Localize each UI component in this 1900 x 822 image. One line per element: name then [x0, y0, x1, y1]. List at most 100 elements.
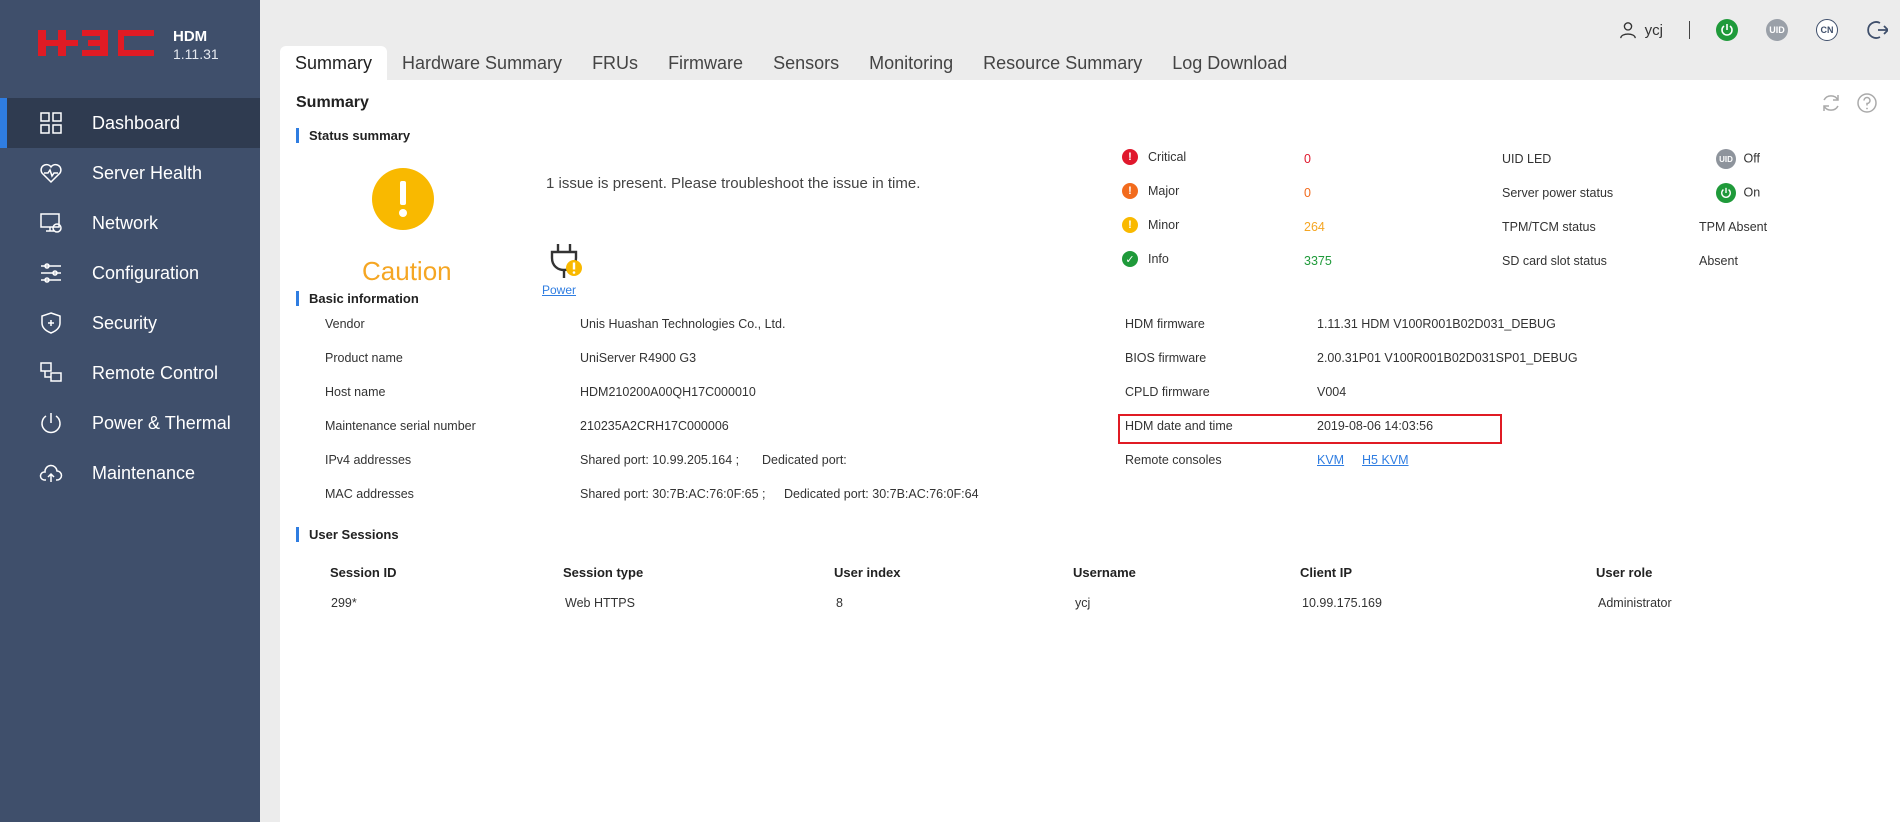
count-critical-value[interactable]: 0	[1304, 152, 1311, 166]
host-label: Host name	[325, 385, 386, 399]
user-name[interactable]: ycj	[1645, 22, 1663, 39]
count-label: Minor	[1148, 218, 1180, 232]
consoles-label: Remote consoles	[1125, 453, 1222, 467]
tab-summary[interactable]: Summary	[280, 46, 388, 80]
username-cell: ycj	[1075, 596, 1091, 610]
count-info-value[interactable]: 3375	[1304, 254, 1332, 268]
serial-value: 210235A2CRH17C000006	[580, 419, 729, 433]
dashboard-icon	[38, 110, 64, 136]
sidebar-item-label: Remote Control	[92, 362, 219, 383]
sidebar-item-label: Security	[92, 312, 158, 333]
app-version: 1.11.31	[173, 46, 219, 62]
mac-dedicated-value: Dedicated port: 30:7B:AC:76:0F:64	[784, 487, 979, 501]
vendor-value: Unis Huashan Technologies Co., Ltd.	[580, 317, 786, 331]
critical-icon: !	[1122, 149, 1138, 165]
tab-hardware-summary[interactable]: Hardware Summary	[387, 46, 577, 80]
cpld-fw-value: V004	[1317, 385, 1347, 399]
session-type-cell: Web HTTPS	[565, 596, 635, 610]
session-id-cell: 299*	[331, 596, 357, 610]
col-header-client-ip: Client IP	[1300, 565, 1353, 580]
tab-bar: Summary Hardware Summary FRUs Firmware S…	[280, 46, 1302, 80]
h3c-logo[interactable]	[38, 26, 154, 60]
ipv4-dedicated-value: Dedicated port:	[762, 453, 847, 467]
sidebar-item-remote-control[interactable]: Remote Control	[0, 348, 260, 398]
serial-label: Maintenance serial number	[325, 419, 476, 433]
count-label: Major	[1148, 184, 1180, 198]
hdm-fw-value: 1.11.31 HDM V100R001B02D031_DEBUG	[1317, 317, 1556, 331]
col-header-user-role: User role	[1596, 565, 1653, 580]
col-header-session-id: Session ID	[330, 565, 397, 580]
power-on-icon	[1716, 183, 1736, 203]
logo-area: HDM 1.11.31	[0, 0, 260, 98]
summary-panel: Summary Status summary Caution 1 issue i…	[280, 80, 1900, 822]
tab-firmware[interactable]: Firmware	[653, 46, 758, 80]
issue-message: 1 issue is present. Please troubleshoot …	[546, 175, 921, 192]
power-component-link[interactable]: Power	[542, 283, 576, 297]
count-major[interactable]: ! Major	[1122, 183, 1179, 199]
major-icon: !	[1122, 183, 1138, 199]
product-value: UniServer R4900 G3	[580, 351, 697, 365]
user-icon[interactable]	[1619, 21, 1637, 39]
bios-fw-value: 2.00.31P01 V100R001B02D031SP01_DEBUG	[1317, 351, 1578, 365]
sidebar-item-maintenance[interactable]: Maintenance	[0, 448, 260, 498]
sidebar-item-label: Maintenance	[92, 462, 196, 483]
server-power-button[interactable]	[1716, 19, 1738, 41]
refresh-icon[interactable]	[1820, 92, 1842, 114]
power-icon	[1721, 24, 1733, 36]
sidebar-item-security[interactable]: Security	[0, 298, 260, 348]
client-ip-cell: 10.99.175.169	[1302, 596, 1382, 610]
help-icon[interactable]	[1856, 92, 1878, 114]
health-status-label: Caution	[362, 256, 452, 286]
sidebar-item-configuration[interactable]: Configuration	[0, 248, 260, 298]
sidebar-item-power-thermal[interactable]: Power & Thermal	[0, 398, 260, 448]
tpm-status-value: TPM Absent	[1699, 220, 1768, 234]
user-area: ycj UID CN	[1619, 18, 1888, 42]
power-plug-icon[interactable]	[544, 240, 584, 280]
page-title: Summary	[296, 94, 369, 111]
tab-frus[interactable]: FRUs	[577, 46, 653, 80]
logout-icon[interactable]	[1866, 19, 1888, 41]
ipv4-label: IPv4 addresses	[325, 453, 412, 467]
sd-status-value: Absent	[1699, 254, 1738, 268]
sidebar-item-label: Power & Thermal	[92, 412, 231, 433]
divider	[1689, 21, 1690, 39]
panel-tools	[1806, 92, 1878, 114]
h5-kvm-link[interactable]: H5 KVM	[1362, 453, 1409, 467]
power-status: On	[1716, 183, 1760, 203]
sidebar-item-network[interactable]: Network	[0, 198, 260, 248]
count-minor[interactable]: ! Minor	[1122, 217, 1179, 233]
caution-icon	[372, 168, 434, 230]
power-icon	[38, 410, 64, 436]
uid-led-label: UID LED	[1502, 152, 1552, 166]
user-role-cell: Administrator	[1598, 596, 1672, 610]
count-info[interactable]: ✓ Info	[1122, 251, 1169, 267]
kvm-link[interactable]: KVM	[1317, 453, 1344, 467]
mac-label: MAC addresses	[325, 487, 414, 501]
sidebar-item-dashboard[interactable]: Dashboard	[0, 98, 260, 148]
bios-fw-label: BIOS firmware	[1125, 351, 1207, 365]
uid-icon: UID	[1716, 149, 1736, 169]
datetime-label: HDM date and time	[1125, 419, 1233, 433]
tab-log-download[interactable]: Log Download	[1157, 46, 1302, 80]
col-header-user-index: User index	[834, 565, 901, 580]
col-header-username: Username	[1073, 565, 1136, 580]
mac-shared-value: Shared port: 30:7B:AC:76:0F:65 ;	[580, 487, 766, 501]
sliders-icon	[38, 260, 64, 286]
sidebar-item-label: Configuration	[92, 262, 200, 283]
tab-monitoring[interactable]: Monitoring	[854, 46, 968, 80]
uid-led-button[interactable]: UID	[1766, 19, 1788, 41]
info-icon: ✓	[1122, 251, 1138, 267]
section-title-basic: Basic information	[296, 291, 419, 306]
tab-sensors[interactable]: Sensors	[758, 46, 854, 80]
ipv4-shared-value: Shared port: 10.99.205.164 ;	[580, 453, 740, 467]
count-critical[interactable]: ! Critical	[1122, 149, 1186, 165]
tab-resource-summary[interactable]: Resource Summary	[968, 46, 1157, 80]
language-button[interactable]: CN	[1816, 19, 1838, 41]
app-name: HDM	[173, 28, 208, 45]
count-major-value[interactable]: 0	[1304, 186, 1311, 200]
count-minor-value[interactable]: 264	[1304, 220, 1325, 234]
sidebar-item-server-health[interactable]: Server Health	[0, 148, 260, 198]
remote-icon	[38, 360, 64, 386]
cloud-upload-icon	[38, 460, 64, 486]
hdm-fw-label: HDM firmware	[1125, 317, 1205, 331]
